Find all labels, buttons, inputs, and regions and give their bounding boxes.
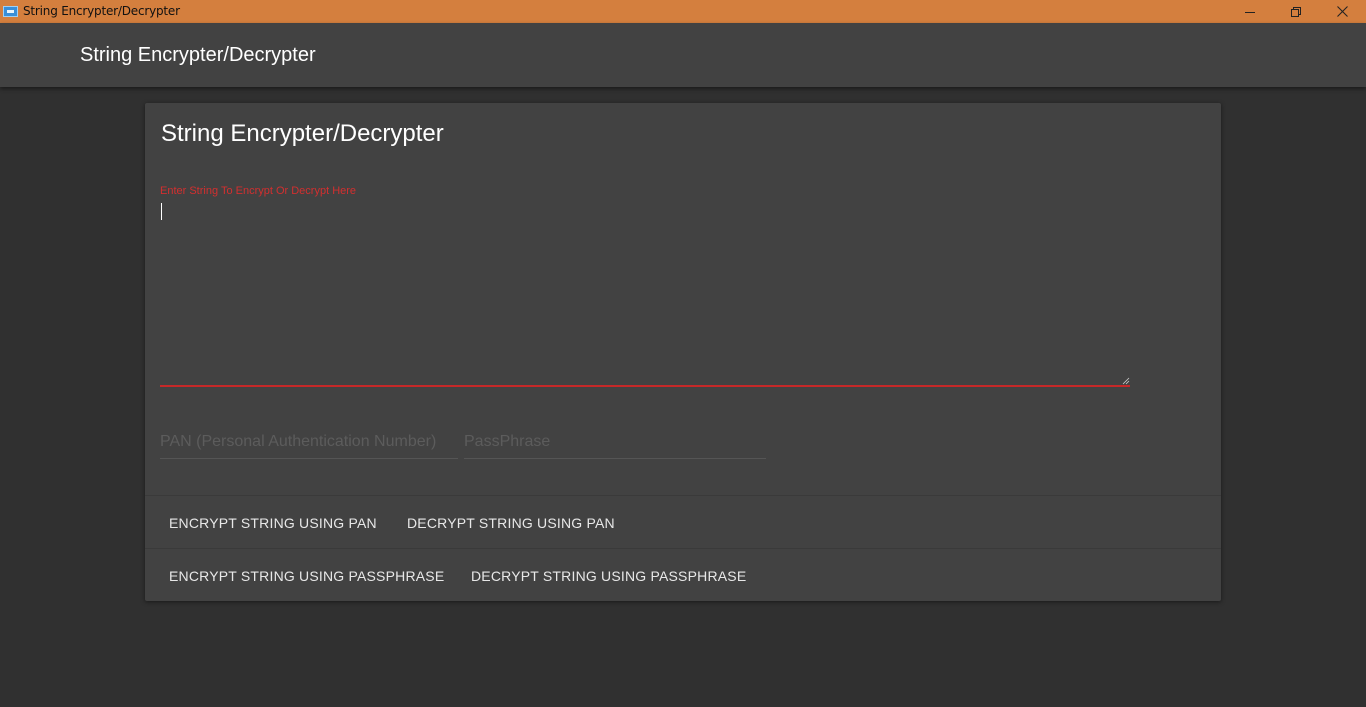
- encrypt-pan-button[interactable]: ENCRYPT STRING USING PAN: [169, 496, 377, 549]
- string-textarea[interactable]: [160, 201, 1130, 387]
- encrypt-passphrase-button[interactable]: ENCRYPT STRING USING PASSPHRASE: [169, 549, 444, 602]
- pan-field[interactable]: PAN (Personal Authentication Number): [160, 433, 458, 459]
- pan-placeholder: PAN (Personal Authentication Number): [160, 433, 437, 450]
- encrypter-card: String Encrypter/Decrypter Enter String …: [145, 103, 1221, 601]
- restore-icon[interactable]: [1273, 0, 1319, 23]
- window-titlebar: String Encrypter/Decrypter: [0, 0, 1366, 23]
- decrypt-pan-button[interactable]: DECRYPT STRING USING PAN: [407, 496, 615, 549]
- minimize-icon[interactable]: [1227, 0, 1273, 23]
- app-toolbar: String Encrypter/Decrypter: [0, 23, 1366, 87]
- card-title: String Encrypter/Decrypter: [161, 120, 444, 147]
- window-title: String Encrypter/Decrypter: [23, 4, 180, 18]
- textarea-underline: [160, 385, 1130, 387]
- pan-underline: [160, 458, 458, 459]
- close-icon[interactable]: [1319, 0, 1365, 23]
- resize-grip-icon[interactable]: [1122, 377, 1130, 385]
- pan-actions-row: ENCRYPT STRING USING PAN DECRYPT STRING …: [145, 495, 1221, 548]
- passphrase-underline: [464, 458, 766, 459]
- toolbar-title: String Encrypter/Decrypter: [80, 44, 316, 66]
- passphrase-actions-row: ENCRYPT STRING USING PASSPHRASE DECRYPT …: [145, 548, 1221, 601]
- app-icon: [3, 6, 18, 17]
- textarea-label: Enter String To Encrypt Or Decrypt Here: [160, 185, 357, 197]
- passphrase-placeholder: PassPhrase: [464, 433, 551, 450]
- passphrase-field[interactable]: PassPhrase: [464, 433, 766, 459]
- decrypt-passphrase-button[interactable]: DECRYPT STRING USING PASSPHRASE: [471, 549, 746, 602]
- text-caret: [161, 203, 162, 220]
